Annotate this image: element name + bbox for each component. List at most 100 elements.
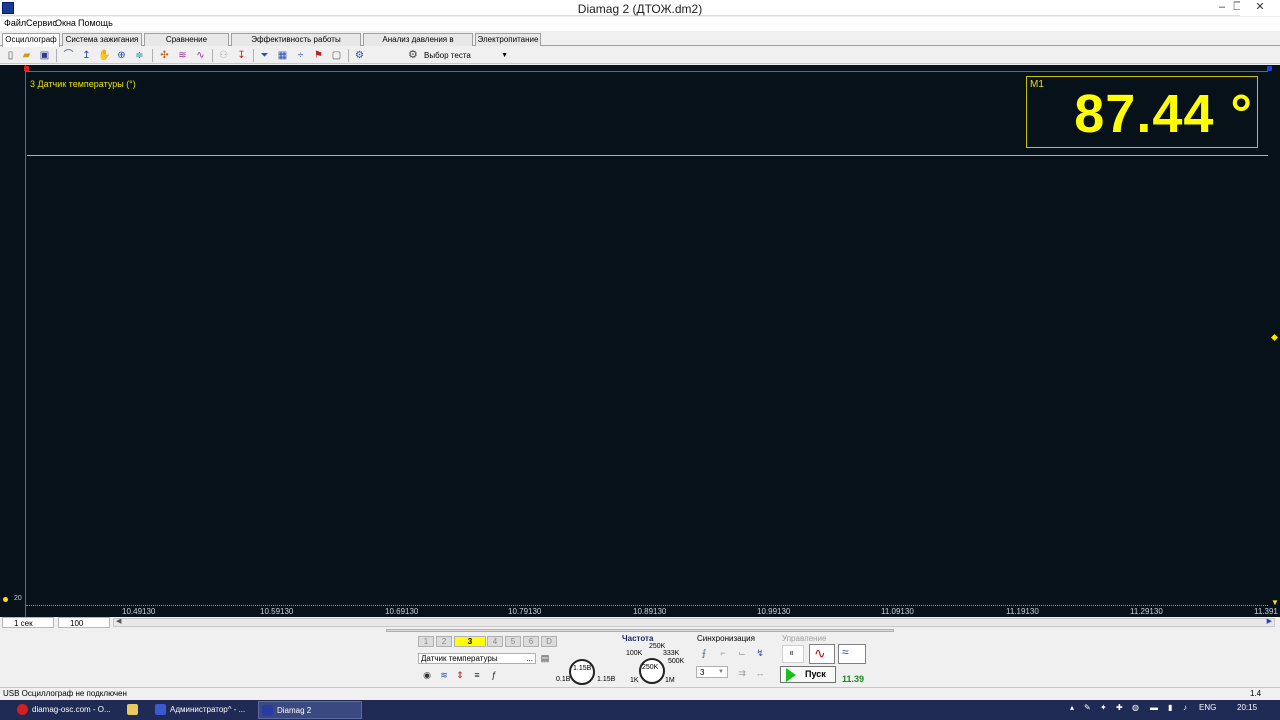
lines-icon[interactable]: ≡ <box>470 669 484 681</box>
y-level-marker[interactable] <box>3 597 8 602</box>
tray-icon[interactable]: ◍ <box>1132 703 1139 712</box>
frequency-mark: 500K <box>668 658 685 665</box>
function-icon[interactable]: ƒ <box>487 669 501 681</box>
plot-area[interactable] <box>26 71 1268 606</box>
sensor-select[interactable]: Датчик температуры ... <box>418 653 536 664</box>
tab-cylinder-efficiency[interactable]: Эффективность работы цилиндров <box>231 33 361 56</box>
start-button[interactable]: Пуск <box>780 666 836 683</box>
sync-falling-icon[interactable]: ⌐ <box>716 647 730 659</box>
sync-rising-icon[interactable]: ⨍ <box>697 647 711 659</box>
scroll-left-icon[interactable]: ◀ <box>116 617 121 625</box>
menu-help[interactable]: Помощь <box>78 18 113 28</box>
channel-button-4[interactable]: 4 <box>487 636 503 647</box>
sync-delay-icon[interactable]: ↔ <box>753 667 767 679</box>
tab-bar: Осциллограф Система зажигания Сравнение … <box>0 32 1280 56</box>
period-value: 1 сек <box>14 619 33 628</box>
task-diamag[interactable]: Diamag 2 <box>258 701 362 719</box>
channel-button-digital[interactable]: D <box>541 636 557 647</box>
menu-service[interactable]: Сервис <box>26 18 57 28</box>
new-file-icon[interactable]: ▯ <box>4 49 17 62</box>
continuous-mode-button[interactable]: ≈ <box>838 644 866 664</box>
chevron-down-icon: ▼ <box>718 669 724 675</box>
sensor-settings-icon[interactable]: ▤ <box>538 652 552 664</box>
filter-icon[interactable]: ⏷ <box>258 49 271 62</box>
task-browser[interactable]: diamag-osc.com - O... <box>14 701 122 719</box>
menu-file[interactable]: Файл <box>4 18 26 28</box>
tray-chevron-icon[interactable]: ▴ <box>1070 703 1074 712</box>
frequency-mark: 250K <box>649 643 666 650</box>
clock[interactable]: 20:15 <box>1237 703 1257 712</box>
auto-scale-icon[interactable]: ≑ <box>133 49 146 62</box>
channel-button-2[interactable]: 2 <box>436 636 452 647</box>
single-mode-button[interactable]: ∿ <box>809 644 835 664</box>
tray-icon[interactable]: ✎ <box>1084 703 1091 712</box>
tab-oscilloscope[interactable]: Осциллограф <box>2 33 60 47</box>
channel-button-1[interactable]: 1 <box>418 636 434 647</box>
zoom-icon[interactable]: ⊕ <box>115 49 128 62</box>
center-icon[interactable]: ✣ <box>158 49 171 62</box>
points-select[interactable]: 100 <box>58 617 110 628</box>
oscilloscope-view[interactable]: 3 Датчик температуры (°) M1 87.44 ° 20 ▼… <box>0 65 1280 617</box>
waveform-icon[interactable]: ≋ <box>176 49 189 62</box>
test-select[interactable]: ⚙ Выбор теста ▼ <box>404 48 512 63</box>
bookmark-icon[interactable]: ⚑ <box>312 49 325 62</box>
hand-pan-icon[interactable]: ✋ <box>98 49 111 62</box>
tray-icon[interactable]: ✚ <box>1116 703 1123 712</box>
sync-level-icon[interactable]: ⇉ <box>735 667 749 679</box>
taskbar: diamag-osc.com - O... Администратор^ - .… <box>0 700 1280 720</box>
frequency-knob[interactable] <box>639 658 665 684</box>
y-axis-panel <box>0 65 26 617</box>
task-admin[interactable]: Администратор^ - ... <box>152 701 256 719</box>
save-icon[interactable]: ▣ <box>38 49 51 62</box>
title-bar: Diamag 2 (ДТОЖ.dm2) – ❐ ✕ <box>0 0 1280 16</box>
capture-icon[interactable]: ⚙ <box>353 49 366 62</box>
frequency-mark: 1M <box>665 677 675 684</box>
tray-icon[interactable]: ✦ <box>1100 703 1107 712</box>
level-diamond-marker[interactable] <box>1270 333 1279 342</box>
separator <box>253 49 254 62</box>
play-icon <box>786 668 796 682</box>
start-label: Пуск <box>805 669 826 679</box>
volume-icon[interactable]: ♪ <box>1183 703 1187 712</box>
pause-button[interactable]: ⏸ <box>782 645 804 663</box>
tab-pressure-analysis[interactable]: Анализ давления в цилиндре <box>363 33 473 56</box>
network-icon[interactable]: ▮ <box>1168 703 1172 712</box>
compare-waveform-icon[interactable]: ∿ <box>194 49 207 62</box>
close-button[interactable]: ✕ <box>1240 0 1280 16</box>
sync-auto-icon[interactable]: ↯ <box>753 647 767 659</box>
channel-button-6[interactable]: 6 <box>523 636 539 647</box>
task-explorer[interactable] <box>124 701 148 719</box>
split-icon[interactable]: ÷ <box>294 49 307 62</box>
page-icon[interactable]: ▢ <box>330 49 343 62</box>
sensor-more-button[interactable]: ... <box>526 654 533 664</box>
status-version: 1.4 <box>1250 689 1262 698</box>
chevron-down-icon: ▼ <box>501 52 508 59</box>
open-folder-icon[interactable]: ▰ <box>20 49 33 62</box>
sync-edge-icon[interactable]: ⌙ <box>735 647 749 659</box>
period-select[interactable]: 1 сек <box>2 617 54 628</box>
channel-button-5[interactable]: 5 <box>505 636 521 647</box>
x-axis: 10.49130 10.59130 10.69130 10.79130 10.8… <box>26 606 1280 617</box>
cursor-icon[interactable]: ⌒ <box>62 49 75 62</box>
waveform-icon[interactable]: ≋ <box>437 669 451 681</box>
tray-icon[interactable]: ▬ <box>1150 703 1158 712</box>
horizontal-scrollbar[interactable]: ◀ ▶ <box>113 618 1275 627</box>
scroll-right-icon[interactable]: ▶ <box>1267 617 1272 625</box>
panel-slider[interactable] <box>386 629 894 632</box>
language-indicator[interactable]: ENG <box>1199 703 1216 712</box>
grid-icon[interactable]: ▦ <box>276 49 289 62</box>
browser-icon <box>17 704 28 715</box>
tab-power[interactable]: Электропитание <box>475 33 541 46</box>
sync-channel-select[interactable]: 3 ▼ <box>696 666 728 678</box>
invert-icon[interactable]: ⇕ <box>453 669 467 681</box>
menu-windows[interactable]: Окна <box>55 18 76 28</box>
tab-cylinder-compare[interactable]: Сравнение цилиндров <box>144 33 229 56</box>
cursor-marker-icon[interactable]: ↥ <box>80 49 93 62</box>
set-zero-icon[interactable]: ↧ <box>235 49 248 62</box>
channel-button-3[interactable]: 3 <box>454 636 486 647</box>
range-knob[interactable] <box>569 659 595 685</box>
tab-ignition[interactable]: Система зажигания <box>62 33 142 46</box>
multi-wave-icon: ≈ <box>842 645 849 659</box>
points-value: 100 <box>70 619 84 628</box>
probe-icon[interactable]: ◉ <box>420 669 434 681</box>
